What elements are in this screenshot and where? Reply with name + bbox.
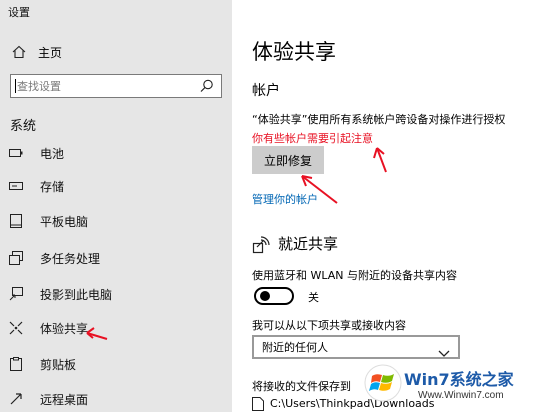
search-input[interactable]: 查找设置 xyxy=(10,74,222,98)
sidebar-item-projecting[interactable]: 投影到此电脑 xyxy=(0,279,232,309)
accounts-heading: 帐户 xyxy=(252,83,280,99)
watermark-url: Www.Winwin7.com xyxy=(418,390,504,401)
sidebar-item-storage[interactable]: 存储 xyxy=(0,171,232,201)
sidebar-item-multitasking[interactable]: 多任务处理 xyxy=(0,243,232,273)
receive-from-label: 我可以从以下项共享或接收内容 xyxy=(252,319,406,332)
watermark-text: Win7系统之家 xyxy=(404,370,514,389)
nearby-sharing-heading: 就近共享 xyxy=(252,233,338,254)
fix-now-button[interactable]: 立即修复 xyxy=(252,146,324,174)
nav-home-label: 主页 xyxy=(38,45,63,60)
accounts-warning: 你有些帐户需要引起注意 xyxy=(252,132,373,145)
sidebar-item-remote-desktop[interactable]: 远程桌面 xyxy=(0,384,232,412)
sidebar-item-label: 剪贴板 xyxy=(40,357,77,372)
page-title: 体验共享 xyxy=(252,40,336,64)
shared-experiences-icon xyxy=(8,320,24,336)
chevron-down-icon xyxy=(438,343,450,357)
storage-icon xyxy=(8,178,24,194)
nearby-sharing-title: 就近共享 xyxy=(278,235,339,253)
sidebar-item-label: 体验共享 xyxy=(40,321,89,336)
sidebar-item-label: 平板电脑 xyxy=(40,214,89,229)
manage-accounts-link[interactable]: 管理你的帐户 xyxy=(252,191,318,207)
save-location-label: 将接收的文件保存到 xyxy=(252,380,351,393)
sidebar-item-label: 投影到此电脑 xyxy=(40,287,113,302)
nearby-sharing-description: 使用蓝牙和 WLAN 与附近的设备共享内容 xyxy=(252,269,458,282)
search-icon[interactable] xyxy=(199,78,215,94)
sidebar-item-label: 电池 xyxy=(40,146,65,161)
windows-logo-icon xyxy=(364,364,402,402)
clipboard-icon xyxy=(8,356,24,372)
search-placeholder: 查找设置 xyxy=(17,80,61,93)
projecting-icon xyxy=(8,286,24,302)
nearby-sharing-icon xyxy=(252,234,272,254)
accounts-description: “体验共享”使用所有系统帐户跨设备对操作进行授权 xyxy=(252,113,506,126)
sidebar-item-label: 远程桌面 xyxy=(40,392,89,407)
toggle-knob xyxy=(260,291,270,301)
file-icon xyxy=(252,396,264,411)
sidebar-item-clipboard[interactable]: 剪贴板 xyxy=(0,349,232,379)
sidebar-item-shared-experiences[interactable]: 体验共享 xyxy=(0,313,232,343)
app-title: 设置 xyxy=(8,6,30,19)
sidebar-item-tablet[interactable]: 平板电脑 xyxy=(0,206,232,236)
nav-home[interactable]: 主页 xyxy=(10,42,62,62)
sidebar-item-battery[interactable]: 电池 xyxy=(0,138,232,168)
remote-desktop-icon xyxy=(8,391,24,407)
toggle-state-label: 关 xyxy=(308,291,319,304)
sidebar-item-label: 存储 xyxy=(40,179,65,194)
nearby-sharing-toggle[interactable] xyxy=(254,287,294,305)
multitasking-icon xyxy=(8,250,24,266)
main-content: 体验共享 帐户 “体验共享”使用所有系统帐户跨设备对操作进行授权 你有些帐户需要… xyxy=(232,0,548,412)
text-caret xyxy=(15,79,16,93)
section-header-system: 系统 xyxy=(10,119,37,134)
home-icon xyxy=(10,45,28,59)
sidebar-item-label: 多任务处理 xyxy=(40,251,101,266)
receive-from-dropdown[interactable]: 附近的任何人 xyxy=(252,335,460,359)
tablet-icon xyxy=(8,213,24,229)
battery-icon xyxy=(8,145,24,161)
sidebar: 设置 主页 查找设置 系统 电池 存储 平板电脑 多任务处理 投影到此电脑 体验… xyxy=(0,0,232,412)
watermark: Win7系统之家 Www.Winwin7.com xyxy=(360,360,548,412)
dropdown-value: 附近的任何人 xyxy=(262,341,328,354)
